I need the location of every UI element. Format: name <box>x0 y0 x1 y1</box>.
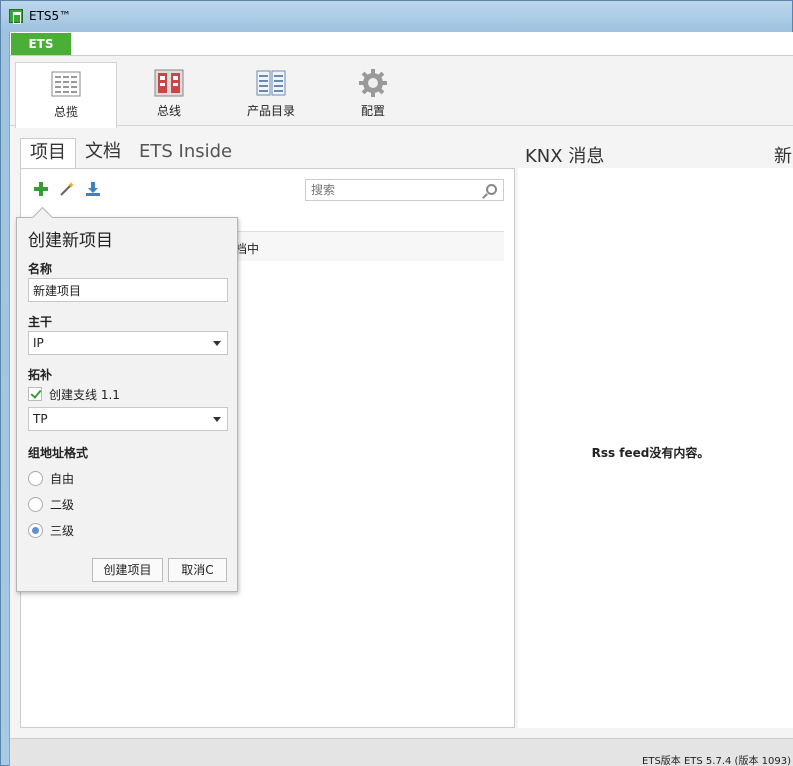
ga-format-label: 组地址格式 <box>28 446 89 460</box>
rss-empty-message: Rss feed没有内容。 <box>591 446 710 460</box>
ribbon-catalog[interactable]: 产品目录 <box>220 62 322 126</box>
create-line-option[interactable]: 创建支线 1.1 <box>28 386 120 402</box>
import-icon[interactable] <box>85 181 101 197</box>
ga-option-free[interactable]: 自由 <box>28 470 74 486</box>
popup-title: 创建新项目 <box>28 231 113 251</box>
create-line-label: 创建支线 1.1 <box>49 387 120 402</box>
ga-radio-3level[interactable] <box>28 522 43 538</box>
knx-news-title: KNX 消息 <box>525 146 605 167</box>
backbone-value: IP <box>33 336 44 350</box>
backbone-label: 主干 <box>28 315 53 329</box>
ribbon-bus-label: 总线 <box>156 104 181 118</box>
search-input[interactable] <box>306 180 476 200</box>
project-search <box>305 179 504 201</box>
backbone-select[interactable]: IP <box>28 331 228 355</box>
window-title: ETS5™ <box>29 9 72 23</box>
create-line-checkbox[interactable] <box>28 387 42 401</box>
ribbon-overview-label: 总揽 <box>53 105 78 119</box>
list-item-text: 档中 <box>235 242 260 256</box>
ets-app-icon <box>9 9 23 24</box>
ga-option-label: 自由 <box>50 471 75 486</box>
tab-documents[interactable]: 文档 <box>76 138 130 168</box>
cancel-button[interactable]: 取消C <box>168 558 227 582</box>
create-project-popup: 创建新项目 名称 主干 IP 拓补 创建支线 1.1 TP 组地址格式 自由 二… <box>16 217 238 592</box>
knx-news-pane: Rss feed没有内容。 <box>518 168 793 728</box>
ga-option-label: 三级 <box>50 523 75 538</box>
app-window: ETS5™ ETS 总揽 总线 产品目录 配置 项目 文档 ETS Inside… <box>0 0 793 766</box>
ga-option-2level[interactable]: 二级 <box>28 496 74 512</box>
add-project-icon[interactable] <box>33 181 49 197</box>
settings-gear-icon <box>358 68 388 98</box>
ga-option-label: 二级 <box>50 497 75 512</box>
tab-ets-inside[interactable]: ETS Inside <box>130 138 241 168</box>
tab-projects[interactable]: 项目 <box>20 138 76 168</box>
ga-option-3level[interactable]: 三级 <box>28 522 74 538</box>
ets-menu-tab[interactable]: ETS <box>11 33 71 55</box>
ribbon-overview[interactable]: 总揽 <box>15 62 117 128</box>
create-project-button[interactable]: 创建项目 <box>92 558 163 582</box>
medium-value: TP <box>33 412 48 426</box>
status-version: ETS版本 ETS 5.7.4 (版本 1093) <box>642 756 791 766</box>
ribbon-catalog-label: 产品目录 <box>246 104 295 118</box>
list-item[interactable]: 档中 <box>231 231 504 261</box>
wizard-wand-icon[interactable] <box>59 181 75 197</box>
project-tabs: 项目 文档 ETS Inside <box>20 138 241 168</box>
title-bar: ETS5™ <box>1 1 792 31</box>
catalog-icon <box>256 68 286 98</box>
status-bar: ETS版本 ETS 5.7.4 (版本 1093) <box>10 738 793 766</box>
ribbon-bus[interactable]: 总线 <box>118 62 220 126</box>
search-icon[interactable] <box>486 184 497 195</box>
ribbon-settings[interactable]: 配置 <box>322 62 424 126</box>
chevron-down-icon <box>213 417 221 422</box>
medium-select[interactable]: TP <box>28 407 228 431</box>
news-title: 新闻 <box>774 146 793 167</box>
ga-radio-free[interactable] <box>28 470 43 486</box>
bus-icon <box>154 68 184 98</box>
ribbon-settings-label: 配置 <box>360 104 385 118</box>
ribbon: 总揽 总线 产品目录 配置 <box>10 56 793 128</box>
ga-radio-2level[interactable] <box>28 496 43 512</box>
chevron-down-icon <box>213 341 221 346</box>
overview-icon <box>51 69 81 99</box>
name-label: 名称 <box>28 262 53 276</box>
projects-toolbar <box>33 181 101 201</box>
menu-bar: ETS <box>10 32 793 56</box>
project-name-field[interactable] <box>28 278 228 302</box>
topology-label: 拓补 <box>28 368 53 382</box>
